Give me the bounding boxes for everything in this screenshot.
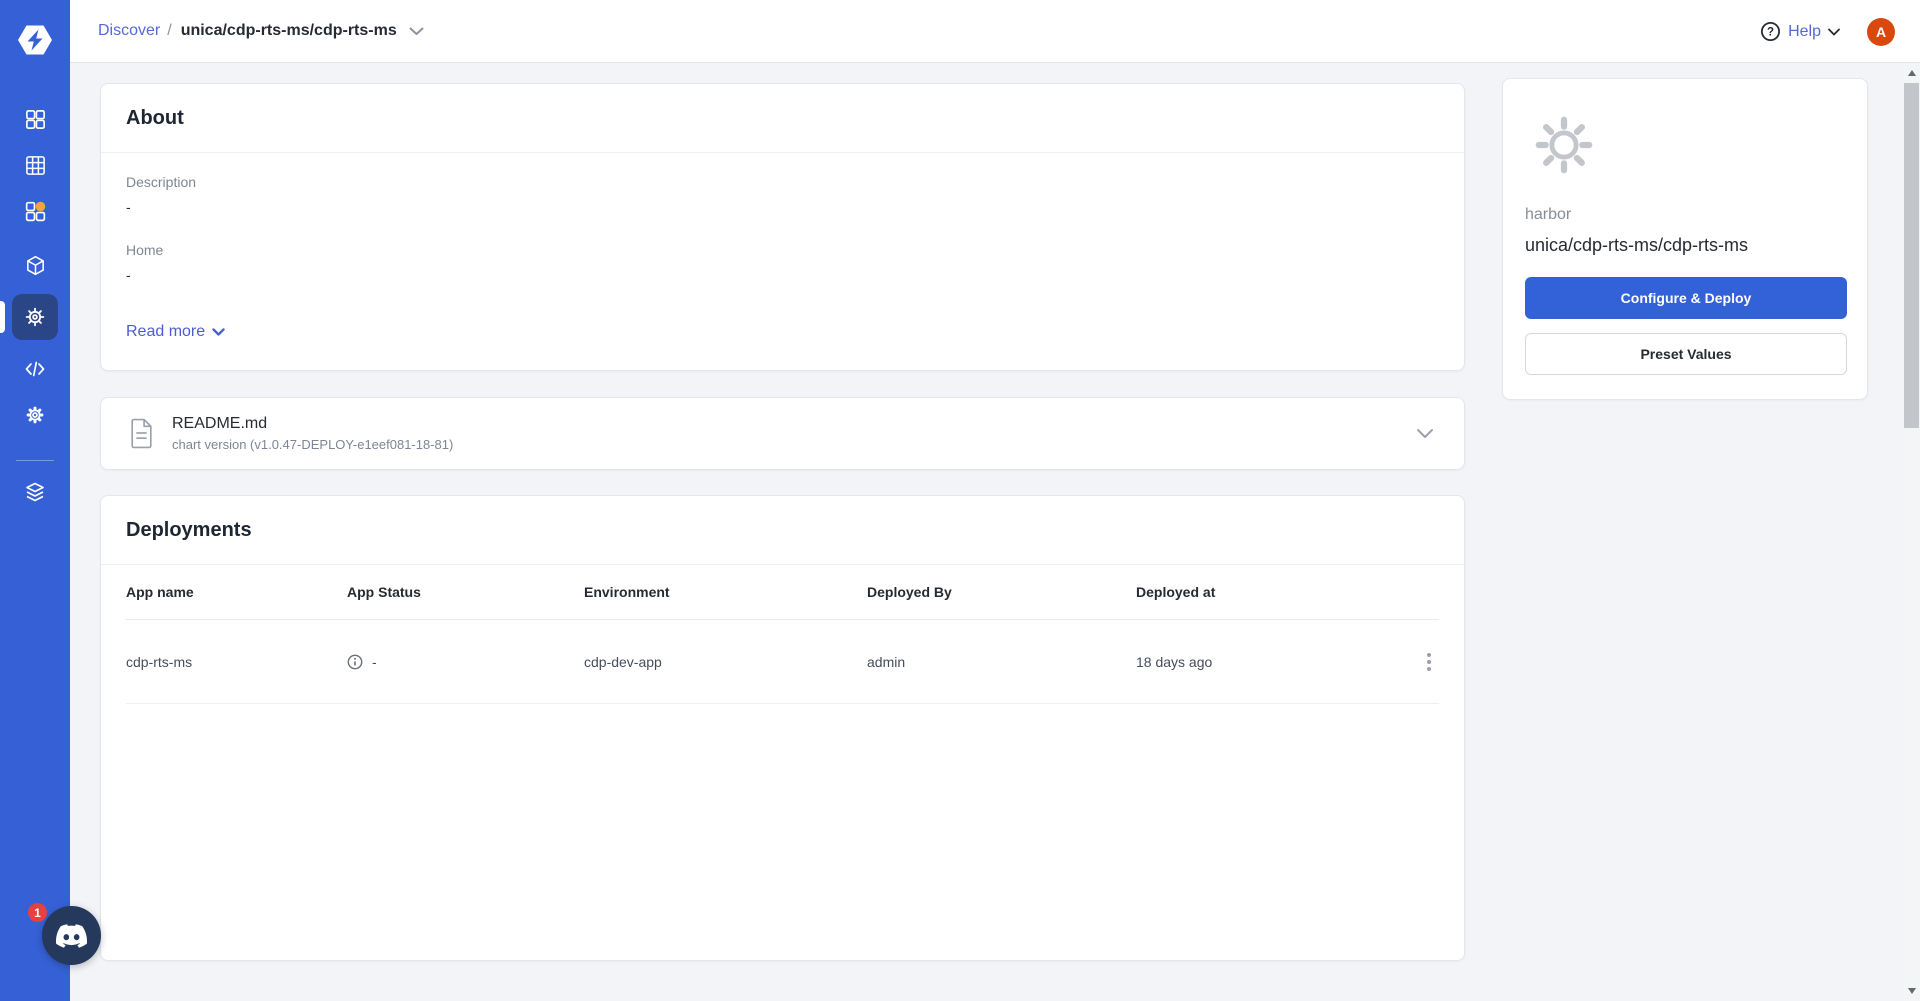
gear-icon	[26, 406, 44, 424]
readme-expand-button[interactable]	[1416, 428, 1434, 439]
breadcrumb-discover-link[interactable]: Discover	[98, 22, 160, 40]
column-header-deployed-by: Deployed By	[867, 584, 952, 600]
triangle-up-icon	[1907, 70, 1916, 76]
sidebar-item-resource-browser[interactable]	[0, 242, 70, 288]
breadcrumb: Discover / unica/cdp-rts-ms/cdp-rts-ms	[98, 22, 424, 40]
about-body: Description - Home - Read more	[101, 153, 1464, 341]
description-label: Description	[126, 174, 197, 190]
breadcrumb-separator: /	[167, 22, 172, 39]
chevron-down-icon	[1828, 28, 1840, 35]
home-label: Home	[126, 242, 164, 258]
cell-deployed-at: 18 days ago	[1136, 653, 1213, 670]
chart-full-name: unica/cdp-rts-ms/cdp-rts-ms	[1525, 235, 1749, 255]
readme-text: README.md chart version (v1.0.47-DEPLOY-…	[172, 415, 453, 452]
code-icon	[25, 361, 45, 377]
readme-filename: README.md	[172, 415, 268, 432]
about-title: About	[126, 106, 184, 129]
chart-repo-name: harbor	[1525, 206, 1572, 223]
column-header-deployed-at: Deployed at	[1136, 584, 1216, 600]
column-header-app-name: App name	[126, 584, 194, 600]
kebab-dot	[1427, 652, 1431, 657]
readme-card[interactable]: README.md chart version (v1.0.47-DEPLOY-…	[100, 397, 1465, 470]
devtron-logo-icon[interactable]	[15, 20, 55, 60]
cell-environment: cdp-dev-app	[584, 653, 662, 670]
question-circle-icon: ?	[1761, 21, 1781, 42]
cell-app-name: cdp-rts-ms	[126, 653, 193, 670]
info-circle-icon[interactable]	[347, 654, 363, 670]
avatar[interactable]: A	[1867, 17, 1895, 46]
chevron-down-icon	[212, 327, 225, 336]
column-header-app-status: App Status	[347, 584, 421, 600]
notification-badge: 1	[28, 903, 47, 922]
scrollbar-down-button[interactable]	[1903, 981, 1920, 1001]
deployments-table: App name App Status Environment Deployed…	[101, 565, 1464, 704]
configure-deploy-button[interactable]: Configure & Deploy	[1525, 277, 1847, 319]
readme-chart-version: chart version (v1.0.47-DEPLOY-e1eef081-1…	[172, 437, 454, 452]
row-actions-menu-button[interactable]	[1419, 647, 1439, 677]
chart-placeholder-sun-icon	[1535, 116, 1593, 174]
sidebar-item-jobs[interactable]	[0, 142, 70, 188]
top-bar-right: ? Help A	[1760, 0, 1895, 63]
apps-grid-icon	[25, 109, 45, 129]
chart-version-dropdown[interactable]	[409, 27, 424, 36]
cell-deployed-by: admin	[867, 653, 906, 670]
description-value: -	[126, 199, 131, 215]
chevron-down-icon	[1417, 429, 1433, 438]
sidebar-item-global-configurations[interactable]	[0, 392, 70, 438]
sidebar-divider	[16, 460, 54, 461]
chart-summary-card: harbor unica/cdp-rts-ms/cdp-rts-ms Confi…	[1502, 78, 1868, 400]
sidebar-item-application-groups[interactable]	[0, 188, 70, 234]
discord-chat-button[interactable]: 1	[28, 903, 101, 965]
scrollbar-up-button[interactable]	[1903, 63, 1920, 83]
cell-app-status: -	[347, 654, 584, 670]
vertical-scrollbar[interactable]	[1903, 63, 1920, 1001]
sidebar-item-applications[interactable]	[0, 96, 70, 142]
app-groups-icon	[25, 201, 45, 221]
deployments-card-header: Deployments	[101, 496, 1464, 565]
jobs-grid-icon	[25, 155, 45, 175]
about-card-header: About	[101, 84, 1464, 153]
about-card: About Description - Home - Read more	[100, 83, 1465, 371]
top-bar: Discover / unica/cdp-rts-ms/cdp-rts-ms ?…	[70, 0, 1920, 63]
sidebar	[0, 0, 70, 1001]
sidebar-item-stack-manager[interactable]	[0, 469, 70, 515]
kebab-dot	[1427, 659, 1431, 664]
column-header-environment: Environment	[584, 584, 670, 600]
preset-values-button[interactable]: Preset Values	[1525, 333, 1847, 375]
table-row: cdp-rts-ms - cdp-dev-app admin 18 days a…	[126, 620, 1439, 704]
breadcrumb-chart-name: unica/cdp-rts-ms/cdp-rts-ms	[180, 22, 397, 39]
help-menu[interactable]: ? Help	[1760, 21, 1840, 42]
read-more-label: Read more	[126, 323, 206, 340]
table-header-row: App name App Status Environment Deployed…	[126, 565, 1439, 620]
app-status-value: -	[372, 653, 377, 670]
chevron-down-icon	[409, 27, 424, 35]
triangle-down-icon	[1907, 988, 1916, 994]
stack-icon	[26, 482, 44, 502]
sidebar-item-code[interactable]	[0, 346, 70, 392]
notification-dot	[35, 201, 45, 211]
cube-icon	[26, 255, 44, 275]
scrollbar-thumb[interactable]	[1904, 83, 1919, 428]
home-value: -	[126, 267, 131, 283]
help-label: Help	[1788, 22, 1821, 40]
deployments-title: Deployments	[126, 518, 252, 541]
active-indicator-pill	[0, 301, 5, 333]
sidebar-item-chart-store[interactable]	[0, 294, 70, 340]
read-more-link[interactable]: Read more	[126, 323, 225, 341]
discord-icon	[56, 923, 87, 948]
deployments-card: Deployments App name App Status Environm…	[100, 495, 1465, 961]
kebab-dot	[1427, 666, 1431, 671]
devtron-logo-icon	[18, 25, 52, 55]
question-glyph: ?	[1767, 27, 1774, 39]
sidebar-nav	[0, 96, 70, 515]
helm-wheel-icon	[25, 307, 45, 327]
file-document-icon	[131, 418, 152, 449]
